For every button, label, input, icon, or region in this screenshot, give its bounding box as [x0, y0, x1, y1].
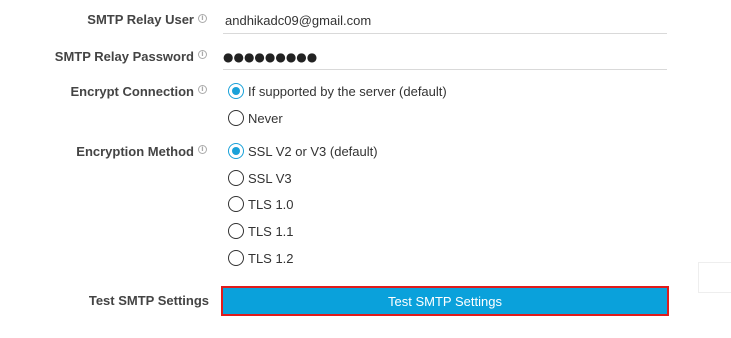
smtp-relay-password-label: SMTP Relay Password: [54, 49, 194, 64]
encrypt-option-if-supported[interactable]: If supported by the server (default): [228, 82, 447, 100]
method-option-tls-1-2[interactable]: TLS 1.2: [228, 249, 294, 267]
radio-label: SSL V2 or V3 (default): [248, 143, 378, 159]
radio-unchecked-icon[interactable]: [228, 170, 244, 186]
radio-label: TLS 1.1: [248, 223, 294, 239]
info-icon[interactable]: i: [198, 85, 207, 94]
test-smtp-settings-button[interactable]: Test SMTP Settings: [221, 286, 669, 316]
radio-label: TLS 1.2: [248, 250, 294, 266]
password-mask: ●●●●●●●●●: [223, 50, 318, 64]
radio-checked-icon[interactable]: [228, 143, 244, 159]
encrypt-connection-label: Encrypt Connection: [70, 84, 194, 99]
smtp-relay-user-input[interactable]: [223, 8, 667, 34]
radio-label: SSL V3: [248, 170, 292, 186]
radio-unchecked-icon[interactable]: [228, 196, 244, 212]
radio-unchecked-icon[interactable]: [228, 110, 244, 126]
test-smtp-settings-label: Test SMTP Settings: [88, 293, 209, 308]
info-icon[interactable]: i: [198, 50, 207, 59]
radio-unchecked-icon[interactable]: [228, 250, 244, 266]
encrypt-option-never[interactable]: Never: [228, 109, 283, 127]
radio-label: Never: [248, 110, 283, 126]
radio-checked-icon[interactable]: [228, 83, 244, 99]
side-panel-edge: [698, 262, 731, 293]
radio-label: If supported by the server (default): [248, 83, 447, 99]
info-icon[interactable]: i: [198, 14, 207, 23]
method-option-ssl-v2-v3[interactable]: SSL V2 or V3 (default): [228, 142, 378, 160]
smtp-relay-user-label: SMTP Relay User: [87, 12, 194, 27]
encryption-method-label: Encryption Method: [76, 144, 194, 159]
radio-label: TLS 1.0: [248, 196, 294, 212]
radio-unchecked-icon[interactable]: [228, 223, 244, 239]
method-option-tls-1-0[interactable]: TLS 1.0: [228, 195, 294, 213]
method-option-ssl-v3[interactable]: SSL V3: [228, 169, 292, 187]
smtp-relay-password-input[interactable]: ●●●●●●●●●: [223, 44, 667, 70]
info-icon[interactable]: i: [198, 145, 207, 154]
method-option-tls-1-1[interactable]: TLS 1.1: [228, 222, 294, 240]
